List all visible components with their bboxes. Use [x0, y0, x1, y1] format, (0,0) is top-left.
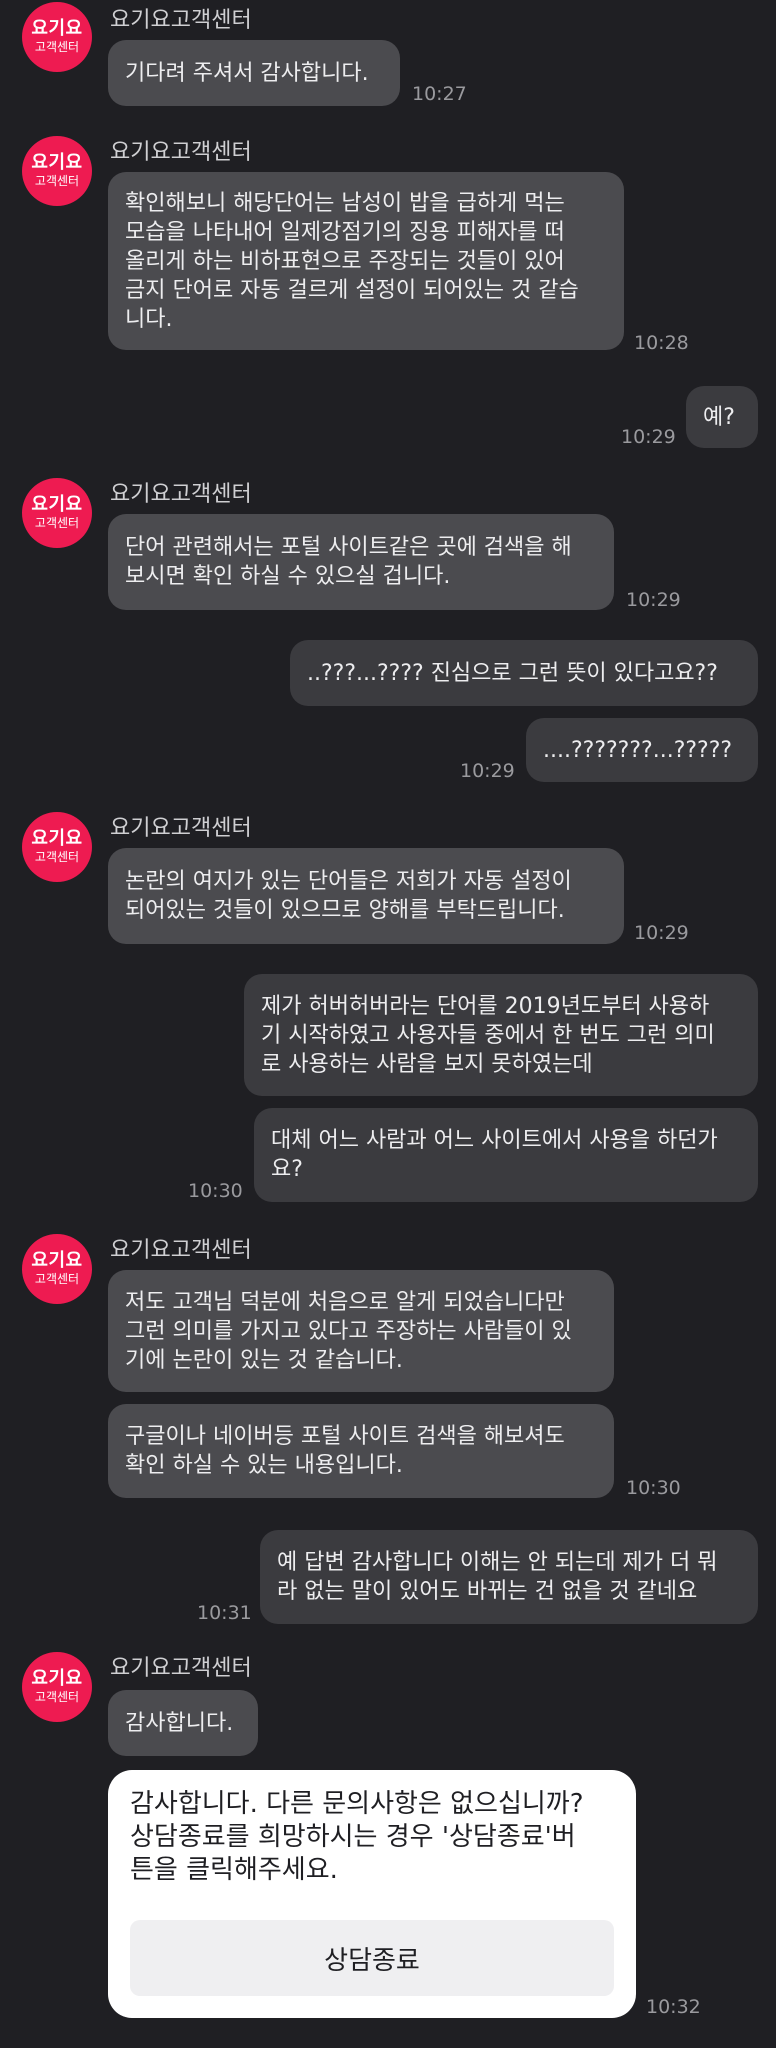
agent-avatar: 요기요 고객센터 [22, 1234, 92, 1304]
avatar-subtitle: 고객센터 [34, 515, 80, 530]
message-time: 10:29 [621, 426, 676, 448]
message-bubble-user: ..???...???? 진심으로 그런 뜻이 있다고요?? [290, 640, 758, 706]
agent-avatar: 요기요 고객센터 [22, 478, 92, 548]
agent-avatar: 요기요 고객센터 [22, 1652, 92, 1722]
sender-name: 요기요고객센터 [110, 8, 252, 33]
avatar-logo-text: 요기요 [31, 18, 83, 40]
message-time: 10:29 [460, 760, 515, 782]
message-time: 10:27 [412, 83, 467, 105]
avatar-logo-text: 요기요 [31, 494, 83, 516]
avatar-subtitle: 고객센터 [34, 1689, 80, 1704]
message-bubble-agent: 감사합니다. [108, 1690, 258, 1756]
message-time: 10:31 [197, 1602, 252, 1624]
message-time: 10:30 [626, 1477, 681, 1499]
avatar-logo-text: 요기요 [31, 1250, 83, 1272]
sender-name: 요기요고객센터 [110, 1656, 252, 1681]
sender-name: 요기요고객센터 [110, 816, 252, 841]
message-bubble-agent: 논란의 여지가 있는 단어들은 저희가 자동 설정이 되어있는 것들이 있으므로… [108, 848, 624, 944]
avatar-subtitle: 고객센터 [34, 39, 80, 54]
avatar-subtitle: 고객센터 [34, 849, 80, 864]
avatar-subtitle: 고객센터 [34, 173, 80, 188]
avatar-subtitle: 고객센터 [34, 1271, 80, 1286]
message-bubble-user: ....???????...????? [526, 718, 758, 782]
message-bubble-user: 제가 허버허버라는 단어를 2019년도부터 사용하 기 시작하였고 사용자들 … [244, 974, 758, 1096]
sender-name: 요기요고객센터 [110, 140, 252, 165]
agent-avatar: 요기요 고객센터 [22, 812, 92, 882]
message-time: 10:29 [626, 589, 681, 611]
message-bubble-user: 예 답변 감사합니다 이해는 안 되는데 제가 더 뭐 라 없는 말이 있어도 … [260, 1530, 758, 1624]
end-consultation-button[interactable]: 상담종료 [130, 1920, 614, 1996]
avatar-logo-text: 요기요 [31, 152, 83, 174]
message-bubble-agent: 저도 고객님 덕분에 처음으로 알게 되었습니다만 그런 의미를 가지고 있다고… [108, 1270, 614, 1392]
avatar-logo-text: 요기요 [31, 828, 83, 850]
message-bubble-user: 대체 어느 사람과 어느 사이트에서 사용을 하던가 요? [254, 1108, 758, 1202]
end-consultation-message: 감사합니다. 다른 문의사항은 없으십니까? 상담종료를 희망하시는 경우 '상… [130, 1789, 584, 1885]
message-time: 10:29 [634, 922, 689, 944]
message-time: 10:32 [646, 1996, 701, 2018]
message-bubble-user: 예? [686, 386, 758, 448]
end-consultation-card: 감사합니다. 다른 문의사항은 없으십니까? 상담종료를 희망하시는 경우 '상… [108, 1770, 636, 2018]
message-bubble-agent: 단어 관련해서는 포털 사이트같은 곳에 검색을 해 보시면 확인 하실 수 있… [108, 514, 614, 610]
message-bubble-agent: 구글이나 네이버등 포털 사이트 검색을 해보셔도 확인 하실 수 있는 내용입… [108, 1404, 614, 1498]
avatar-logo-text: 요기요 [31, 1668, 83, 1690]
message-time: 10:28 [634, 332, 689, 354]
sender-name: 요기요고객센터 [110, 482, 252, 507]
agent-avatar: 요기요 고객센터 [22, 2, 92, 72]
message-bubble-agent: 기다려 주셔서 감사합니다. [108, 40, 400, 106]
message-time: 10:30 [188, 1180, 243, 1202]
agent-avatar: 요기요 고객센터 [22, 136, 92, 206]
sender-name: 요기요고객센터 [110, 1238, 252, 1263]
message-bubble-agent: 확인해보니 해당단어는 남성이 밥을 급하게 먹는 모습을 나타내어 일제강점기… [108, 172, 624, 350]
